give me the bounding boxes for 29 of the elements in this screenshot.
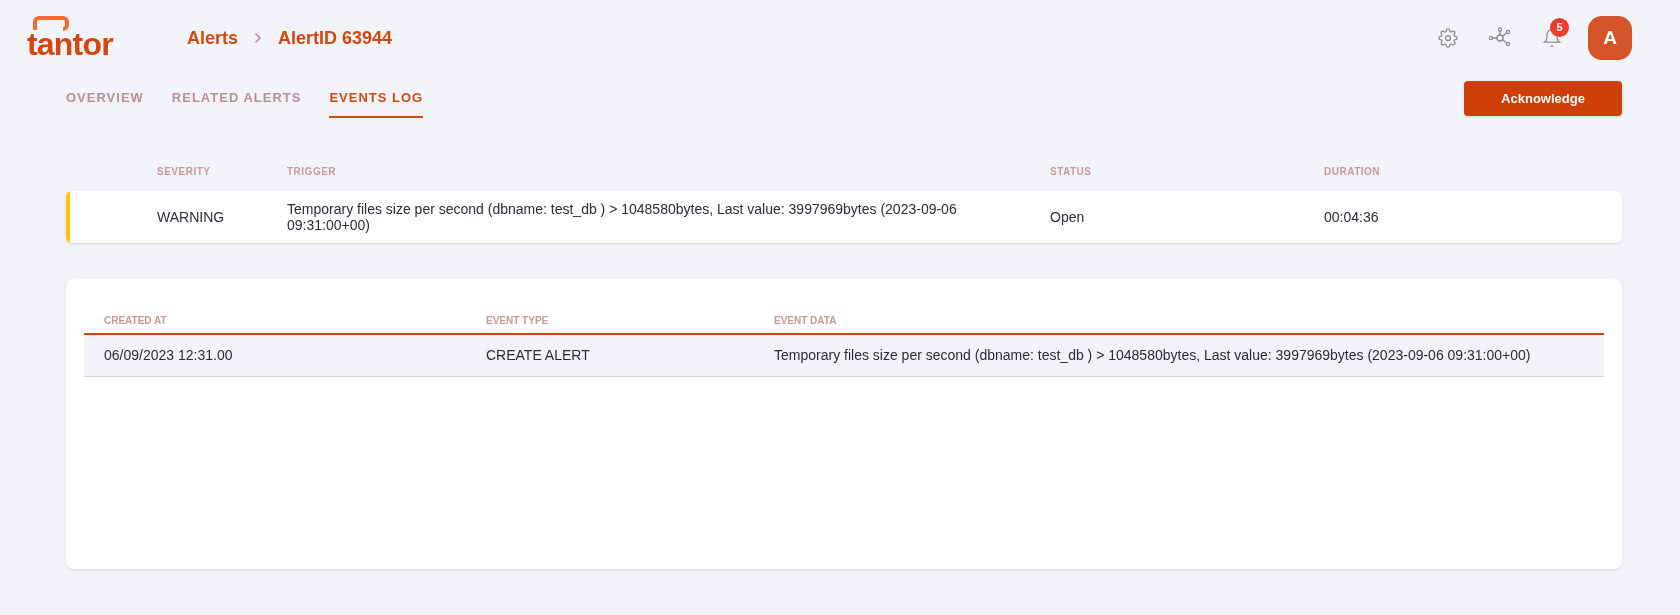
column-header: TRIGGER — [287, 165, 338, 179]
tab[interactable]: OVERVIEW — [66, 88, 144, 118]
chevron-right-icon — [254, 32, 263, 44]
table-cell-text: CREATE ALERT — [486, 346, 591, 365]
event-row[interactable]: 06/09/2023 12:31.00 CREATE ALERT Temporary files size per second (dbname: test_db ) > 1048580bytes, Last value: 3997969bytes (2023-09-06 09:31:00+00) — [84, 335, 1604, 377]
column-header: SEVERITY — [157, 165, 212, 179]
table-cell-text: Open — [1050, 207, 1086, 227]
table-cell-text: 00:04:36 — [1324, 207, 1380, 227]
column-header: EVENT TYPE — [486, 314, 550, 328]
column-header: DURATION — [1324, 165, 1382, 179]
breadcrumb-link[interactable]: AlertID 63944 — [278, 24, 393, 52]
column-header: CREATED AT — [104, 314, 168, 328]
notification-badge: 5 — [1550, 18, 1569, 37]
breadcrumb-link[interactable]: Alerts — [187, 24, 239, 52]
tab[interactable]: EVENTS LOG — [329, 88, 424, 118]
logo-text: tantor — [27, 28, 113, 60]
alert-row[interactable]: WARNING Temporary files size per second (dbname: test_db ) > 1048580bytes, Last value: 3997969bytes (2023-09-06 09:31:00+00) Open 00:04:36 — [66, 191, 1622, 243]
table-cell-text: Temporary files size per second (dbname: test_db ) > 1048580bytes, Last value: 3997969bytes (2023-09-06 09:31:00+00) — [287, 201, 958, 233]
settings-icon[interactable] — [1438, 28, 1458, 48]
user-avatar[interactable]: A — [1588, 16, 1632, 60]
column-header: EVENT DATA — [774, 314, 838, 328]
column-header: STATUS — [1050, 165, 1093, 179]
table-cell-text: Temporary files size per second (dbname: test_db ) > 1048580bytes, Last value: 3997969bytes (2023-09-06 09:31:00+00) — [774, 346, 1532, 365]
acknowledge-button[interactable]: Acknowledge — [1464, 81, 1622, 116]
logo-bubble-icon — [33, 16, 69, 32]
table-cell-text: 06/09/2023 12:31.00 — [104, 346, 234, 365]
network-icon[interactable] — [1488, 27, 1512, 49]
table-cell-text: WARNING — [157, 207, 226, 227]
tab[interactable]: RELATED ALERTS — [171, 88, 302, 118]
